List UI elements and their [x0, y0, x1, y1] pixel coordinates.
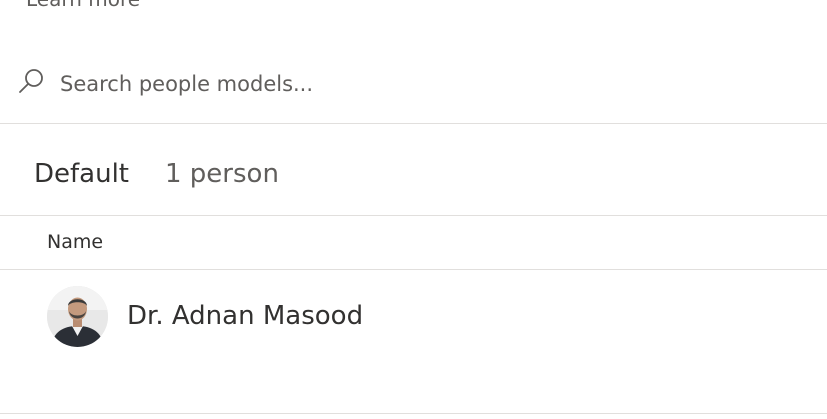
divider	[0, 413, 827, 414]
divider	[0, 123, 827, 124]
group-name: Default	[34, 159, 129, 189]
table-row[interactable]: Dr. Adnan Masood	[0, 283, 827, 353]
group-count: 1 person	[165, 159, 279, 189]
search-input[interactable]	[60, 68, 780, 100]
person-name[interactable]: Dr. Adnan Masood	[127, 301, 363, 331]
avatar	[47, 286, 108, 347]
divider	[0, 215, 827, 216]
learn-more-link[interactable]: Learn more	[26, 0, 140, 11]
column-header-name[interactable]: Name	[47, 231, 103, 253]
search-icon	[16, 66, 46, 96]
group-header: Default 1 person	[34, 154, 279, 194]
search-bar	[0, 60, 827, 112]
divider	[0, 269, 827, 270]
